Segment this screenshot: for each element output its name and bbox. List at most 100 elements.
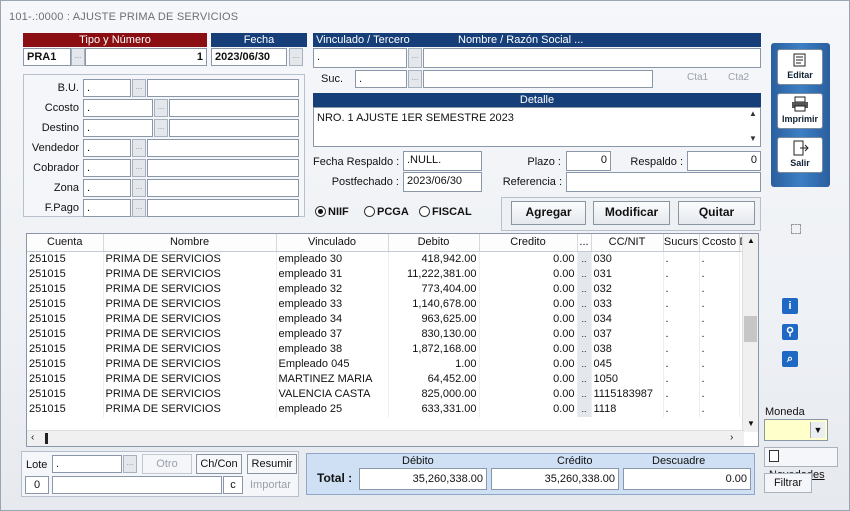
- cell-nombre[interactable]: PRIMA DE SERVICIOS: [103, 311, 277, 327]
- cell-sucurs[interactable]: .: [663, 281, 700, 297]
- cell-debito[interactable]: 64,452.00: [388, 371, 480, 387]
- bu-field[interactable]: .: [83, 79, 131, 97]
- cell-credito[interactable]: 0.00: [479, 401, 578, 417]
- cell-ccnit[interactable]: 031: [591, 266, 664, 282]
- cell-ccnit[interactable]: 1050: [591, 371, 664, 387]
- cell-credito[interactable]: 0.00: [479, 386, 578, 402]
- cell-ccnit[interactable]: 032: [591, 281, 664, 297]
- cell-ccnit[interactable]: 038: [591, 341, 664, 357]
- fpago-field[interactable]: .: [83, 199, 131, 217]
- search-icon[interactable]: ⌕: [782, 351, 798, 367]
- detalle-textarea[interactable]: NRO. 1 AJUSTE 1ER SEMESTRE 2023: [313, 107, 761, 147]
- cell-sucurs[interactable]: .: [663, 296, 700, 312]
- cell-vinculado[interactable]: empleado 31: [276, 266, 389, 282]
- agregar-button[interactable]: Agregar: [511, 201, 586, 225]
- detalle-scroll-down-icon[interactable]: ▼: [749, 134, 757, 143]
- cell-sucurs[interactable]: .: [663, 311, 700, 327]
- destino-lookup-button[interactable]: ...: [154, 119, 168, 137]
- col-header-ellipsis[interactable]: ...: [577, 234, 592, 252]
- cell-debito[interactable]: 1,872,168.00: [388, 341, 480, 357]
- cell-nombre[interactable]: PRIMA DE SERVICIOS: [103, 281, 277, 297]
- cell-credito[interactable]: 0.00: [479, 311, 578, 327]
- cell-ellipsis[interactable]: ..: [577, 356, 592, 372]
- zona-field[interactable]: .: [83, 179, 131, 197]
- destino-field[interactable]: .: [83, 119, 153, 137]
- plazo-field[interactable]: 0: [566, 151, 611, 171]
- cell-ccosto[interactable]: .: [699, 356, 740, 372]
- cell-vinculado[interactable]: empleado 30: [276, 251, 389, 267]
- fecha-field[interactable]: 2023/06/30: [211, 48, 287, 66]
- table-row[interactable]: 251015 PRIMA DE SERVICIOS empleado 31 11,22…: [27, 266, 755, 282]
- table-row[interactable]: 251015 PRIMA DE SERVICIOS MARTINEZ MARIA 64…: [27, 371, 755, 387]
- cell-ccosto[interactable]: .: [699, 371, 740, 387]
- cell-debito[interactable]: 1,140,678.00: [388, 296, 480, 312]
- cell-cuenta[interactable]: 251015: [27, 296, 104, 312]
- col-header-cuenta[interactable]: Cuenta: [27, 234, 104, 252]
- cell-sucurs[interactable]: .: [663, 386, 700, 402]
- cell-ellipsis[interactable]: ..: [577, 281, 592, 297]
- cell-nombre[interactable]: PRIMA DE SERVICIOS: [103, 371, 277, 387]
- cell-debito[interactable]: 418,942.00: [388, 251, 480, 267]
- cell-ellipsis[interactable]: ..: [577, 401, 592, 417]
- cell-cuenta[interactable]: 251015: [27, 401, 104, 417]
- table-row[interactable]: 251015 PRIMA DE SERVICIOS empleado 33 1,140…: [27, 296, 755, 312]
- modificar-button[interactable]: Modificar: [593, 201, 670, 225]
- col-header-credito[interactable]: Credito: [479, 234, 578, 252]
- cell-vinculado[interactable]: empleado 34: [276, 311, 389, 327]
- cta1-button[interactable]: Cta1: [687, 72, 708, 83]
- counter-field[interactable]: 0: [25, 476, 49, 494]
- col-header-vinculado[interactable]: Vinculado: [276, 234, 389, 252]
- col-header-ccnit[interactable]: CC/NIT: [591, 234, 664, 252]
- cell-credito[interactable]: 0.00: [479, 356, 578, 372]
- cell-vinculado[interactable]: MARTINEZ MARIA: [276, 371, 389, 387]
- cell-ccosto[interactable]: .: [699, 281, 740, 297]
- col-header-debito[interactable]: Debito: [388, 234, 480, 252]
- imprimir-button[interactable]: Imprimir: [777, 93, 823, 129]
- ccosto-lookup-button[interactable]: ...: [154, 99, 168, 117]
- respaldo-field[interactable]: 0: [687, 151, 761, 171]
- moneda-select[interactable]: ▼: [764, 419, 828, 441]
- otro-button[interactable]: Otro: [142, 454, 192, 474]
- table-row[interactable]: 251015 PRIMA DE SERVICIOS Empleado 045 1.00…: [27, 356, 755, 372]
- grid-horizontal-scrollbar[interactable]: ‹ ›: [27, 430, 744, 446]
- cell-ellipsis[interactable]: ..: [577, 251, 592, 267]
- tipo-lookup-button[interactable]: ...: [71, 48, 85, 66]
- movements-grid[interactable]: Cuenta Nombre Vinculado Debito Credito .…: [26, 233, 759, 447]
- cell-ccnit[interactable]: 045: [591, 356, 664, 372]
- cell-ellipsis[interactable]: ..: [577, 296, 592, 312]
- niif-radio[interactable]: NIIF: [315, 206, 349, 218]
- cobrador-lookup-button[interactable]: ...: [132, 159, 146, 177]
- table-row[interactable]: 251015 PRIMA DE SERVICIOS empleado 38 1,872…: [27, 341, 755, 357]
- grid-vertical-scrollbar[interactable]: ▲ ▼: [742, 234, 758, 432]
- cell-ccnit[interactable]: 1115183987: [591, 386, 664, 402]
- cell-vinculado[interactable]: empleado 38: [276, 341, 389, 357]
- cell-ccosto[interactable]: .: [699, 401, 740, 417]
- cell-nombre[interactable]: PRIMA DE SERVICIOS: [103, 326, 277, 342]
- fecha-respaldo-field[interactable]: .NULL.: [403, 151, 482, 171]
- cell-sucurs[interactable]: .: [663, 371, 700, 387]
- cell-cuenta[interactable]: 251015: [27, 356, 104, 372]
- cell-nombre[interactable]: PRIMA DE SERVICIOS: [103, 296, 277, 312]
- cell-debito[interactable]: 830,130.00: [388, 326, 480, 342]
- cell-credito[interactable]: 0.00: [479, 371, 578, 387]
- cell-cuenta[interactable]: 251015: [27, 281, 104, 297]
- cell-nombre[interactable]: PRIMA DE SERVICIOS: [103, 386, 277, 402]
- cell-credito[interactable]: 0.00: [479, 281, 578, 297]
- table-row[interactable]: 251015 PRIMA DE SERVICIOS VALENCIA CASTA 82…: [27, 386, 755, 402]
- cell-debito[interactable]: 11,222,381.00: [388, 266, 480, 282]
- table-row[interactable]: 251015 PRIMA DE SERVICIOS empleado 34 963,6…: [27, 311, 755, 327]
- cell-ccosto[interactable]: .: [699, 296, 740, 312]
- cell-vinculado[interactable]: empleado 32: [276, 281, 389, 297]
- col-header-sucurs[interactable]: Sucurs: [663, 234, 700, 252]
- cell-cuenta[interactable]: 251015: [27, 266, 104, 282]
- cell-ellipsis[interactable]: ..: [577, 311, 592, 327]
- vertical-scroll-thumb[interactable]: [744, 316, 757, 342]
- filtrar-button[interactable]: Filtrar: [764, 473, 812, 493]
- attachment-icon[interactable]: ⚲: [782, 324, 798, 340]
- cell-ellipsis[interactable]: ..: [577, 386, 592, 402]
- cell-credito[interactable]: 0.00: [479, 326, 578, 342]
- table-row[interactable]: 251015 PRIMA DE SERVICIOS empleado 30 418,9…: [27, 251, 755, 267]
- fecha-calendar-button[interactable]: ...: [289, 48, 303, 66]
- horizontal-scroll-thumb[interactable]: [45, 433, 48, 444]
- suc-field[interactable]: .: [355, 70, 407, 88]
